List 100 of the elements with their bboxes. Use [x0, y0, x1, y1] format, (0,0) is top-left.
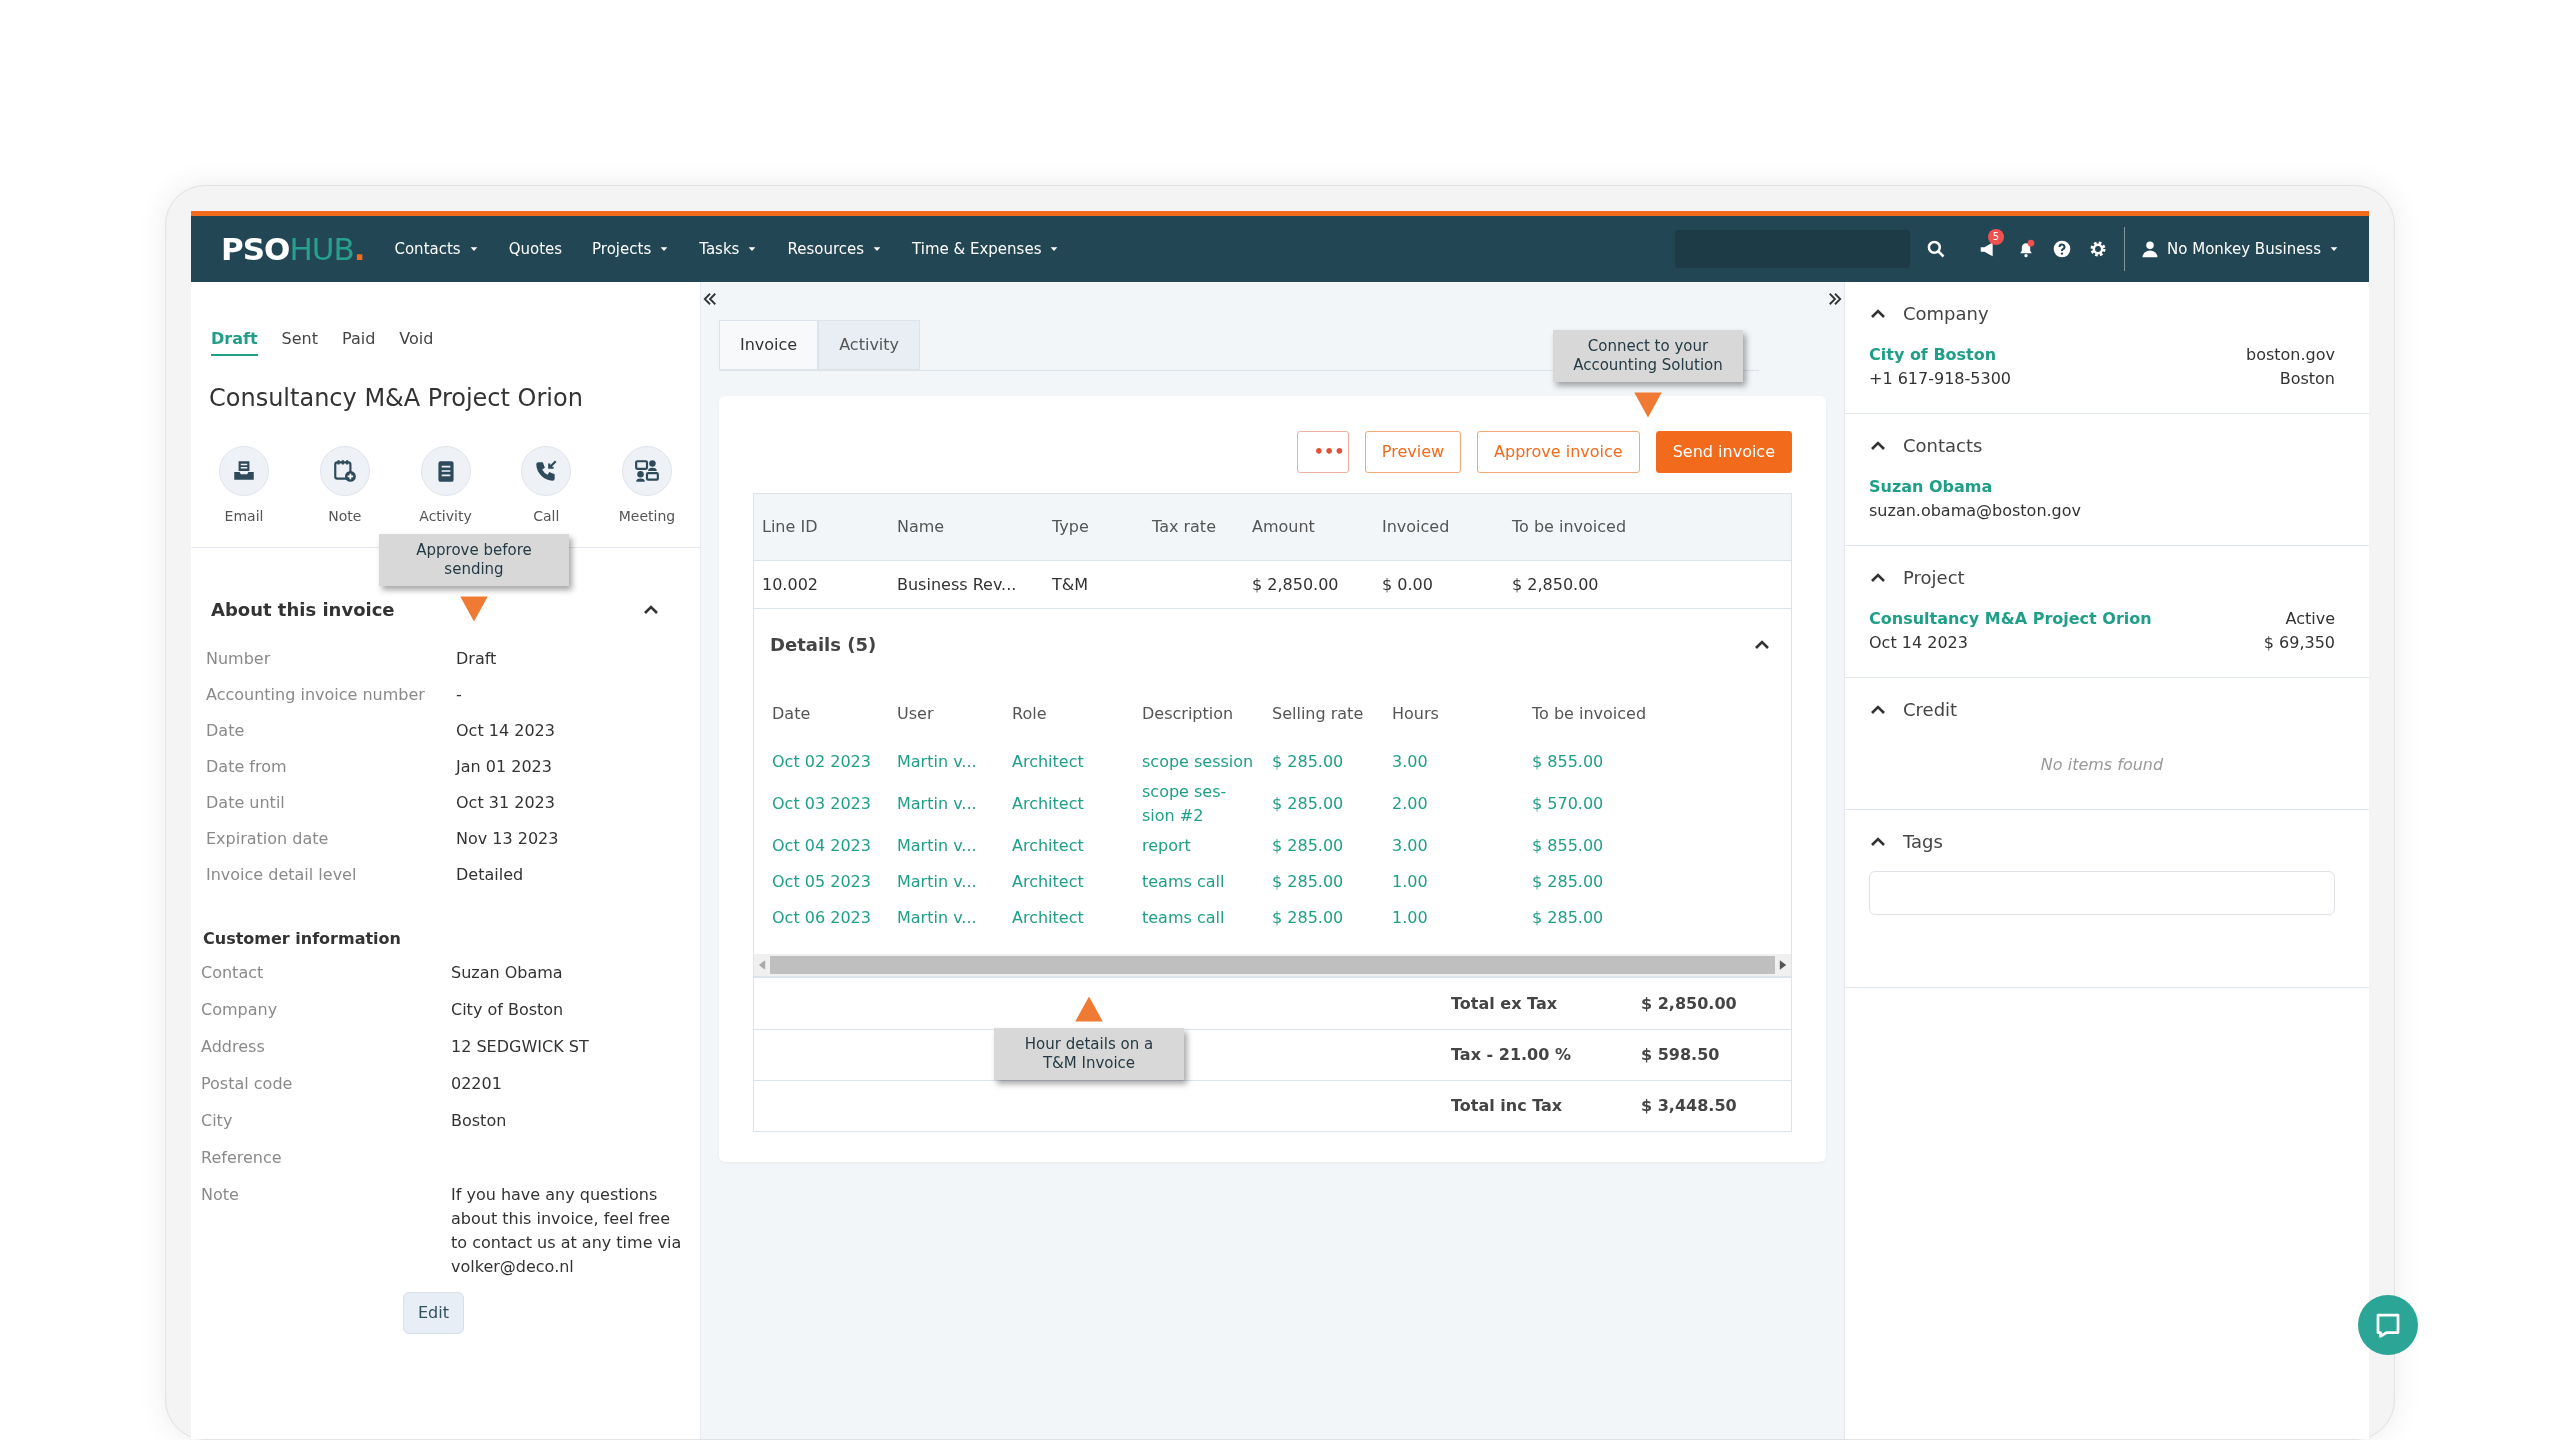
section-heading: Credit: [1903, 698, 1958, 722]
column-header: Tax rate: [1151, 516, 1217, 538]
table-cell-text: $ 2,850.00: [1251, 573, 1340, 596]
tags-field[interactable]: [1869, 871, 2335, 915]
total-label: Tax - 21.00 %: [1451, 1044, 1572, 1066]
table-cell-text: $ 0.00: [1381, 573, 1434, 596]
field-label: Invoice detail level: [206, 864, 358, 886]
table-cell-text: $ 285.00: [1271, 793, 1345, 815]
status-tab[interactable]: Void: [399, 327, 434, 356]
field-value: -: [456, 684, 462, 706]
table-cell-text: $ 2,850.00: [1511, 573, 1600, 596]
callout: Connect to your Accounting Solution: [1553, 330, 1743, 382]
table-cell-text: teams call: [1141, 871, 1226, 893]
action-label: Meeting: [618, 507, 676, 526]
callout: Hour details on a T&M Invoice: [994, 1028, 1184, 1080]
table-cell-text: Martin v...: [896, 835, 978, 857]
field-value: 02201: [451, 1073, 502, 1095]
help-icon[interactable]: [2052, 239, 2073, 259]
field-value: Oct 14 2023: [456, 720, 555, 742]
edit-button[interactable]: Edit: [403, 1292, 464, 1334]
nav-menu-item[interactable]: Tasks: [699, 237, 758, 261]
table-cell-text: Architect: [1011, 871, 1085, 893]
section-heading: Tags: [1903, 830, 1943, 854]
column-header: User: [896, 703, 935, 725]
detail-text: Oct 14 2023: [1869, 632, 1969, 654]
table-cell-text: Architect: [1011, 907, 1085, 929]
column-header: Line ID: [761, 516, 819, 538]
field-label: Accounting invoice number: [206, 684, 426, 706]
collapse-right-icon[interactable]: [1826, 290, 1844, 308]
total-label: Total ex Tax: [1451, 992, 1558, 1015]
detail-text: +1 617-918-5300: [1869, 368, 2011, 390]
table-cell-text: 2.00: [1391, 793, 1429, 815]
table-cell-text: $ 855.00: [1531, 835, 1605, 857]
field-label: Contact: [201, 962, 265, 984]
nav-menu-item[interactable]: Contacts: [394, 237, 479, 261]
status-tab[interactable]: Sent: [281, 327, 318, 356]
detail-text: suzan.obama@boston.gov: [1869, 500, 2082, 522]
table-cell-text: Architect: [1011, 751, 1085, 773]
column-header: Role: [1011, 703, 1048, 725]
field-label: Date from: [206, 756, 288, 778]
chat-button[interactable]: [2358, 1295, 2418, 1355]
user-icon: [2141, 240, 2160, 258]
table-cell-text: 3.00: [1391, 751, 1429, 773]
section-heading: Contacts: [1903, 434, 1983, 458]
table-cell-text: Oct 05 2023: [771, 871, 872, 893]
field-label: Address: [201, 1036, 266, 1058]
table-cell-text: Architect: [1011, 793, 1085, 815]
detail-text: Boston: [2279, 368, 2335, 390]
user-menu[interactable]: No Monkey Business: [2141, 237, 2339, 261]
caret-icon: [2329, 244, 2339, 254]
nav-menu-item[interactable]: Resources: [787, 237, 883, 261]
nav-menu-item[interactable]: Projects: [592, 237, 670, 261]
detail-text: $ 69,350: [2263, 632, 2335, 654]
action-button[interactable]: [319, 446, 370, 496]
column-header: To be invoiced: [1531, 703, 1648, 725]
field-value: If you have any questions about this invoice, feel free to contact us at any time via volker@deco.nl: [451, 1184, 683, 1278]
tab[interactable]: Activity: [818, 320, 921, 370]
nav-menu-item[interactable]: Quotes: [508, 237, 563, 261]
field-label: Number: [206, 648, 272, 670]
tab[interactable]: Invoice: [719, 320, 819, 370]
empty-message: No items found: [2039, 754, 2165, 776]
meeting-icon: [634, 458, 660, 484]
table-cell-text: $ 285.00: [1271, 871, 1345, 893]
status-tab[interactable]: Paid: [342, 327, 376, 356]
column-header: Type: [1051, 516, 1090, 538]
field-value: Detailed: [456, 864, 524, 886]
section-heading: Project: [1903, 566, 1965, 590]
details-heading: Details (5): [770, 633, 877, 657]
action-button[interactable]: [521, 446, 572, 496]
field-label: Reference: [201, 1147, 283, 1169]
table-cell-text: $ 855.00: [1531, 751, 1605, 773]
field-label: Date until: [206, 792, 286, 814]
field-label: City: [201, 1110, 234, 1132]
table-cell-text: 1.00: [1391, 907, 1429, 929]
table-cell-text: $ 285.00: [1531, 871, 1605, 893]
table-cell-text: Martin v...: [896, 871, 978, 893]
action-button[interactable]: [219, 446, 269, 496]
field-label: Expiration date: [206, 828, 330, 850]
horizontal-scrollbar[interactable]: [754, 954, 1791, 976]
more-button[interactable]: •••: [1296, 431, 1349, 473]
action-button[interactable]: [622, 446, 672, 496]
table-cell-text: $ 285.00: [1271, 751, 1345, 773]
search-icon[interactable]: [1926, 239, 1947, 259]
nav-menu-item[interactable]: Time & Expenses: [912, 237, 1060, 261]
table-cell-text: $ 570.00: [1531, 793, 1605, 815]
table-cell-text: Business Rev...: [896, 573, 1018, 596]
section-heading: Company: [1903, 302, 1989, 326]
field-value: 12 SEDGWICK ST: [451, 1036, 589, 1058]
logo[interactable]: PSOHUB.: [221, 225, 365, 273]
table-cell-text: 1.00: [1391, 871, 1429, 893]
table-cell-text: scope session: [1141, 751, 1255, 773]
column-header: Name: [896, 516, 946, 538]
detail-text: boston.gov: [2246, 344, 2335, 366]
column-header: To be invoiced: [1511, 516, 1628, 538]
table-cell-text: Oct 03 2023: [771, 793, 872, 815]
collapse-left-icon[interactable]: [701, 290, 719, 308]
callout: Approve before sending: [379, 534, 569, 586]
table-cell-text: Martin v...: [896, 907, 978, 929]
column-header: Description: [1141, 703, 1235, 725]
action-button[interactable]: [420, 446, 471, 496]
